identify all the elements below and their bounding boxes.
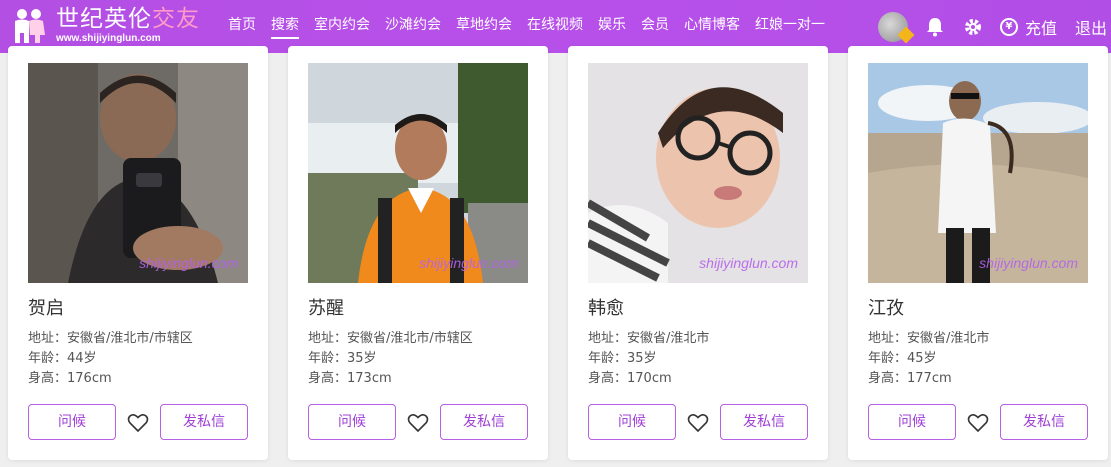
profile-card: shijiyinglun.com 韩愈 地址：安徽省/淮北市 年龄：35岁 身高…: [568, 46, 828, 460]
private-message-button[interactable]: 发私信: [720, 404, 808, 440]
photo-watermark: shijiyinglun.com: [419, 255, 518, 271]
heart-icon[interactable]: [687, 412, 709, 434]
profile-age: 年龄：45岁: [868, 351, 937, 366]
profile-photo[interactable]: shijiyinglun.com: [868, 63, 1088, 283]
profile-card: shijiyinglun.com 贺启 地址：安徽省/淮北市/市辖区 年龄：44…: [8, 46, 268, 460]
profile-age: 年龄：35岁: [588, 351, 657, 366]
profile-card: shijiyinglun.com 江孜 地址：安徽省/淮北市 年龄：45岁 身高…: [848, 46, 1108, 460]
profile-height: 身高：176cm: [28, 371, 112, 386]
coin-icon: ¥: [999, 17, 1018, 36]
profile-address: 地址：安徽省/淮北市/市辖区: [28, 331, 193, 346]
greet-button[interactable]: 问候: [28, 404, 116, 440]
profile-address: 地址：安徽省/淮北市: [868, 331, 990, 346]
profile-name[interactable]: 韩愈: [588, 294, 624, 320]
profile-age: 年龄：35岁: [308, 351, 377, 366]
logout-button[interactable]: 退出: [1075, 15, 1107, 39]
profile-name[interactable]: 贺启: [28, 294, 64, 320]
photo-watermark: shijiyinglun.com: [699, 255, 798, 271]
profile-height: 身高：170cm: [588, 371, 672, 386]
greet-button[interactable]: 问候: [868, 404, 956, 440]
logo-url: www.shijiyinglun.com: [56, 33, 161, 44]
profile-photo[interactable]: shijiyinglun.com: [308, 63, 528, 283]
heart-icon[interactable]: [407, 412, 429, 434]
profile-height: 身高：173cm: [308, 371, 392, 386]
photo-watermark: shijiyinglun.com: [139, 255, 238, 271]
vip-badge-icon: [897, 26, 915, 43]
recharge-label: 充值: [1024, 18, 1057, 38]
greet-button[interactable]: 问候: [308, 404, 396, 440]
profile-card: shijiyinglun.com 苏醒 地址：安徽省/淮北市/市辖区 年龄：35…: [288, 46, 548, 460]
couple-logo-icon: [12, 7, 46, 45]
gear-icon[interactable]: [962, 16, 984, 38]
heart-icon[interactable]: [967, 412, 989, 434]
profile-photo[interactable]: shijiyinglun.com: [588, 63, 808, 283]
photo-watermark: shijiyinglun.com: [979, 255, 1078, 271]
private-message-button[interactable]: 发私信: [440, 404, 528, 440]
user-avatar[interactable]: [877, 11, 915, 43]
profile-address: 地址：安徽省/淮北市/市辖区: [308, 331, 473, 346]
profile-name[interactable]: 江孜: [868, 294, 904, 320]
private-message-button[interactable]: 发私信: [160, 404, 248, 440]
bell-icon[interactable]: [924, 16, 946, 38]
site-logo[interactable]: 世纪英伦交友 www.shijiyinglun.com: [12, 7, 200, 45]
profile-address: 地址：安徽省/淮北市: [588, 331, 710, 346]
profile-name[interactable]: 苏醒: [308, 294, 344, 320]
profile-age: 年龄：44岁: [28, 351, 97, 366]
profile-photo[interactable]: shijiyinglun.com: [28, 63, 248, 283]
heart-icon[interactable]: [127, 412, 149, 434]
profile-height: 身高：177cm: [868, 371, 952, 386]
greet-button[interactable]: 问候: [588, 404, 676, 440]
recharge-button[interactable]: ¥ 充值: [999, 15, 1057, 39]
private-message-button[interactable]: 发私信: [1000, 404, 1088, 440]
logo-title: 世纪英伦交友: [56, 6, 200, 32]
